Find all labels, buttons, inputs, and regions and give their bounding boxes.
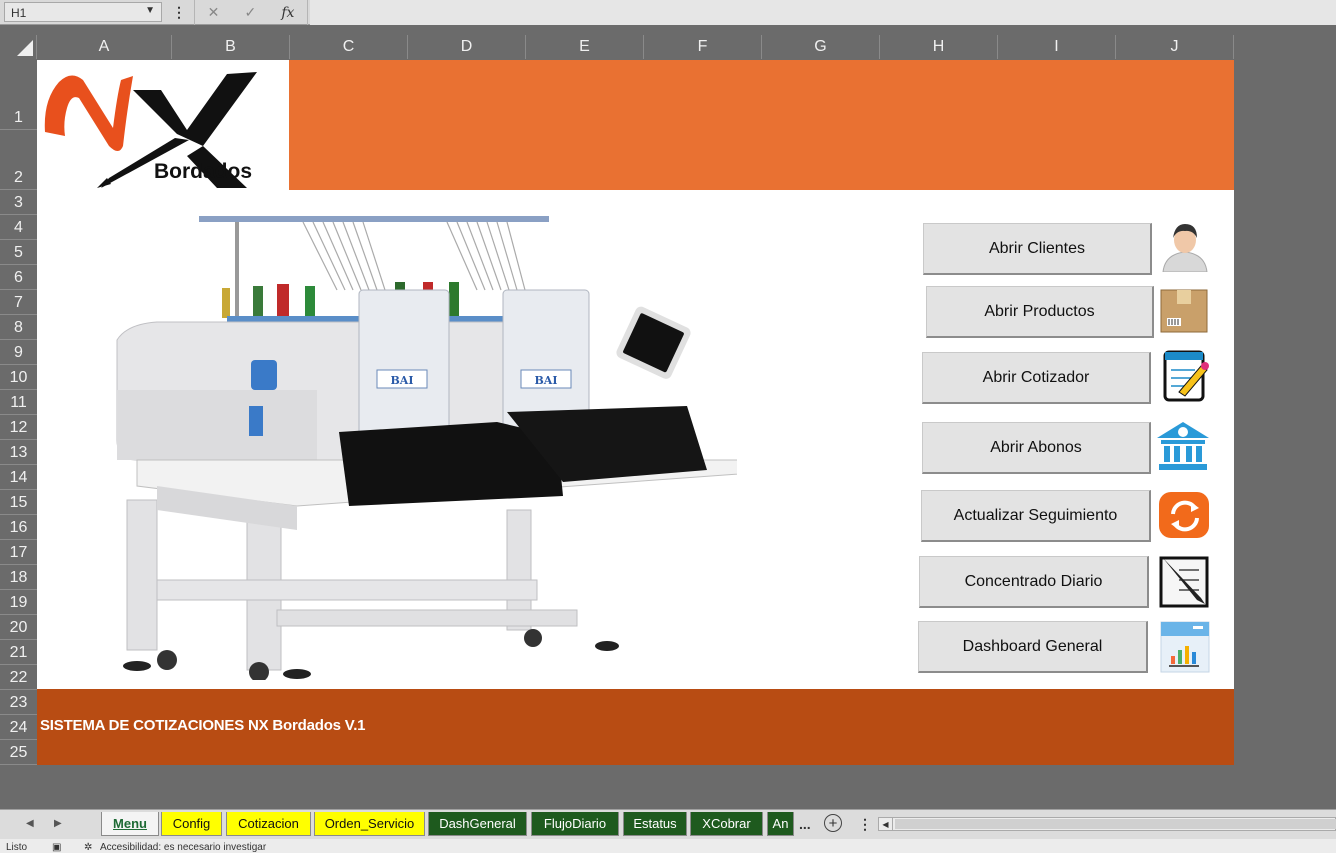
row-header-10[interactable]: 10 <box>0 365 37 390</box>
nx-bordados-logo: Bordados <box>37 60 289 190</box>
name-box[interactable]: H1 ▼ <box>4 2 162 22</box>
insert-function-icon[interactable]: fx <box>281 5 294 21</box>
prev-sheet-icon[interactable]: ◀ <box>26 818 34 829</box>
more-options-icon[interactable]: ⋮ <box>172 4 186 21</box>
sheet-tabs-bar: ◀ ▶ Menu Config Cotizacion Orden_Servici… <box>0 809 1336 839</box>
row-header-20[interactable]: 20 <box>0 615 37 640</box>
row-header-24[interactable]: 24 <box>0 715 37 740</box>
column-header-j[interactable]: J <box>1116 35 1234 59</box>
tab-cotizacion[interactable]: Cotizacion <box>226 812 311 836</box>
header-band <box>289 60 1234 190</box>
row-header-4[interactable]: 4 <box>0 215 37 240</box>
row-header-1[interactable]: 1 <box>0 60 37 130</box>
row-header-18[interactable]: 18 <box>0 565 37 590</box>
column-header-f[interactable]: F <box>644 35 762 59</box>
tab-options-icon[interactable]: ⋮ <box>858 816 872 833</box>
refresh-icon[interactable] <box>1157 488 1213 544</box>
row-header-11[interactable]: 11 <box>0 390 37 415</box>
bar-chart-icon[interactable] <box>1157 618 1213 674</box>
embroidery-machine-image: BAI BAI <box>116 216 737 680</box>
column-header-d[interactable]: D <box>408 35 526 59</box>
cancel-icon[interactable]: ✕ <box>208 4 220 21</box>
footer-band: SISTEMA DE COTIZACIONES NX Bordados V.1 <box>37 689 1234 765</box>
column-header-a[interactable]: A <box>37 35 172 59</box>
bank-icon[interactable] <box>1155 418 1211 474</box>
row-header-17[interactable]: 17 <box>0 540 37 565</box>
row-header-3[interactable]: 3 <box>0 190 37 215</box>
column-header-h[interactable]: H <box>880 35 998 59</box>
row-header-7[interactable]: 7 <box>0 290 37 315</box>
row-header-2[interactable]: 2 <box>0 130 37 190</box>
user-icon[interactable] <box>1157 216 1213 272</box>
row-header-6[interactable]: 6 <box>0 265 37 290</box>
notepad-pencil-icon[interactable] <box>1157 346 1213 402</box>
abrir-abonos-button[interactable]: Abrir Abonos <box>922 422 1151 474</box>
select-all-corner[interactable] <box>0 35 37 59</box>
accessibility-icon[interactable]: ✲ <box>84 842 92 853</box>
row-header-5[interactable]: 5 <box>0 240 37 265</box>
column-header-b[interactable]: B <box>172 35 290 59</box>
dashboard-general-button[interactable]: Dashboard General <box>918 621 1148 673</box>
row-header-22[interactable]: 22 <box>0 665 37 690</box>
tab-estatus[interactable]: Estatus <box>623 812 687 836</box>
status-bar: Listo ▣ ✲ Accesibilidad: es necesario in… <box>0 839 1336 853</box>
column-header-g[interactable]: G <box>762 35 880 59</box>
column-header-i[interactable]: I <box>998 35 1116 59</box>
tab-config[interactable]: Config <box>161 812 222 836</box>
row-header-21[interactable]: 21 <box>0 640 37 665</box>
svg-text:BAI: BAI <box>391 374 414 387</box>
formula-input[interactable] <box>310 0 1336 25</box>
row-header-23[interactable]: 23 <box>0 690 37 715</box>
row-header-8[interactable]: 8 <box>0 315 37 340</box>
tab-an[interactable]: An <box>767 812 794 836</box>
svg-text:BAI: BAI <box>535 374 558 387</box>
row-header-19[interactable]: 19 <box>0 590 37 615</box>
clipboard-checklist-icon[interactable] <box>1155 552 1211 608</box>
row-header-25[interactable]: 25 <box>0 740 37 765</box>
row-header-9[interactable]: 9 <box>0 340 37 365</box>
tab-xcobrar[interactable]: XCobrar <box>690 812 763 836</box>
row-header-13[interactable]: 13 <box>0 440 37 465</box>
scroll-left-icon[interactable]: ◀ <box>879 818 893 830</box>
accessibility-status[interactable]: Accesibilidad: es necesario investigar <box>100 842 266 853</box>
formula-buttons: ✕ ✓ fx <box>194 0 308 25</box>
add-sheet-icon[interactable]: + <box>824 814 842 832</box>
more-tabs[interactable]: ... <box>799 816 811 832</box>
tab-orden-servicio[interactable]: Orden_Servicio <box>314 812 425 836</box>
logo-text: Bordados <box>154 160 252 183</box>
row-header-14[interactable]: 14 <box>0 465 37 490</box>
abrir-productos-button[interactable]: Abrir Productos <box>926 286 1154 338</box>
actualizar-seguimiento-button[interactable]: Actualizar Seguimiento <box>921 490 1151 542</box>
name-box-value: H1 <box>11 6 27 20</box>
row-header-12[interactable]: 12 <box>0 415 37 440</box>
concentrado-diario-button[interactable]: Concentrado Diario <box>919 556 1149 608</box>
row-header-15[interactable]: 15 <box>0 490 37 515</box>
chevron-down-icon[interactable]: ▼ <box>145 5 155 16</box>
row-header-16[interactable]: 16 <box>0 515 37 540</box>
abrir-cotizador-button[interactable]: Abrir Cotizador <box>922 352 1151 404</box>
tab-flujodiario[interactable]: FlujoDiario <box>531 812 619 836</box>
tab-menu[interactable]: Menu <box>101 812 159 836</box>
scrollbar-thumb[interactable] <box>895 819 1336 829</box>
abrir-clientes-button[interactable]: Abrir Clientes <box>923 223 1152 275</box>
column-header-e[interactable]: E <box>526 35 644 59</box>
tab-dashgeneral[interactable]: DashGeneral <box>428 812 527 836</box>
sheet-area: Bordados BAI BAI Abrir Clientes Abrir Pr… <box>37 60 1234 765</box>
macro-record-icon[interactable]: ▣ <box>52 842 61 853</box>
status-ready: Listo <box>6 842 28 853</box>
next-sheet-icon[interactable]: ▶ <box>54 818 62 829</box>
horizontal-scrollbar[interactable]: ◀ <box>878 817 1336 831</box>
package-icon[interactable] <box>1157 284 1213 340</box>
formula-bar: H1 ▼ ⋮ ✕ ✓ fx <box>0 0 1336 25</box>
enter-icon[interactable]: ✓ <box>244 4 256 21</box>
system-title: SISTEMA DE COTIZACIONES NX Bordados V.1 <box>40 717 366 734</box>
column-header-c[interactable]: C <box>290 35 408 59</box>
